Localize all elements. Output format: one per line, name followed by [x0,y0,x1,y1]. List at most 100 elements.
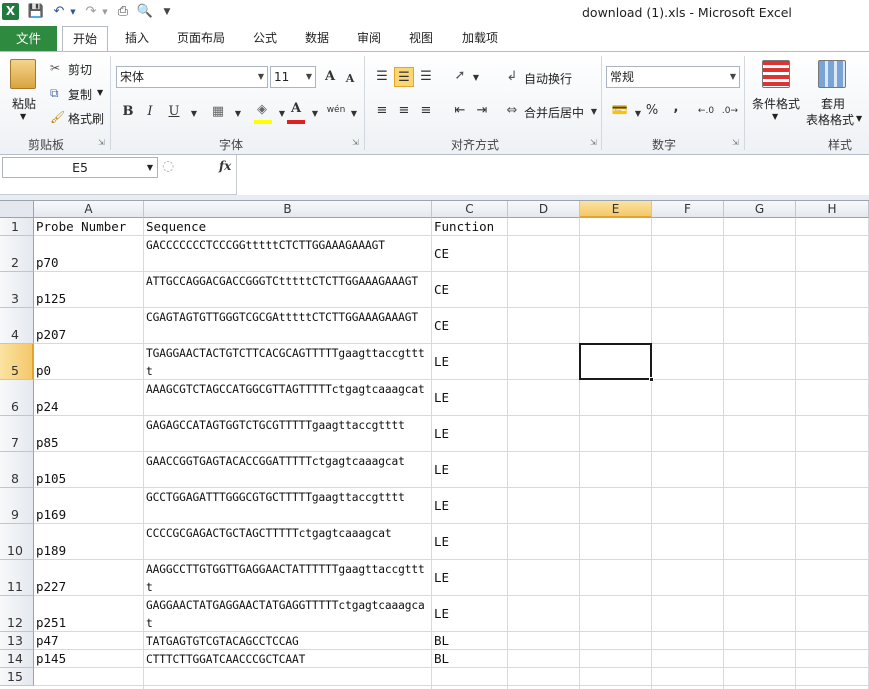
currency-icon[interactable]: 💳 [610,101,630,121]
cell-b9[interactable]: GCCTGGAGATTTGGGCGTGCTTTTTgaagttaccgtttt [146,489,431,523]
formula-bar-resize-handle[interactable]: ◌ [162,158,174,174]
align-left-icon[interactable]: ≡ [372,101,392,121]
tab-review[interactable]: 审阅 [348,26,390,51]
increase-decimal-icon[interactable]: ←.0 [696,101,716,121]
align-middle-icon[interactable]: ☰ [394,67,414,87]
row-header-15[interactable]: 15 [0,668,34,686]
table-format-dropdown-icon[interactable]: ▼ [856,114,862,123]
conditional-formatting-button[interactable]: 条件格式 [752,95,800,112]
cell-b3[interactable]: ATTGCCAGGACGACCGGGTCtttttCTCTTGGAAAGAAAG… [146,273,431,307]
cell-a13[interactable]: p47 [36,633,143,649]
cell-b8[interactable]: GAACCGGTGAGTACACCGGATTTTTctgagtcaaagcat [146,453,431,487]
align-bottom-icon[interactable]: ☰ [416,67,436,87]
tab-view[interactable]: 视图 [400,26,442,51]
undo-dropdown-icon[interactable]: ▼ [64,3,82,21]
font-launcher-icon[interactable]: ⇲ [352,138,359,147]
conditional-formatting-icon[interactable] [762,60,790,88]
tab-addins[interactable]: 加载项 [452,26,508,51]
tab-page-layout[interactable]: 页面布局 [168,26,234,51]
row-header-4[interactable]: 4 [0,308,34,344]
column-header-g[interactable]: G [724,201,796,218]
cell-a9[interactable]: p169 [36,507,143,523]
cell-c4[interactable]: CE [434,318,507,334]
number-format-select[interactable]: 常规 ▼ [606,66,740,88]
cell-b14[interactable]: CTTTCTTGGATCAACCCGCTCAAT [146,651,431,669]
column-header-c[interactable]: C [432,201,508,218]
bold-button[interactable]: B [118,102,138,122]
cell-c14[interactable]: BL [434,651,507,667]
cell-c1[interactable]: Function [434,219,507,235]
font-name-select[interactable]: 宋体 ▼ [116,66,268,88]
cell-b1[interactable]: Sequence [146,219,431,235]
cell-b2[interactable]: GACCCCCCCTCCCGGtttttCTCTTGGAAAGAAAGT [146,237,431,271]
orientation-dropdown-icon[interactable]: ▼ [466,68,486,88]
redo-dropdown-icon[interactable]: ▼ [96,3,114,21]
row-header-10[interactable]: 10 [0,524,34,560]
format-as-table-button[interactable]: 套用 [821,95,845,112]
row-header-14[interactable]: 14 [0,650,34,668]
customize-quick-access-icon[interactable]: ▼ [158,3,176,21]
paste-button[interactable]: 粘贴 [12,95,36,112]
row-header-5[interactable]: 5 [0,344,34,380]
fill-handle[interactable] [649,377,654,382]
cell-b12[interactable]: GAGGAACTATGAGGAACTATGAGGTTTTTctgagtcaaag… [146,597,431,631]
italic-button[interactable]: I [140,102,160,122]
format-painter-button[interactable]: 格式刷 [68,110,104,127]
cell-a2[interactable]: p70 [36,255,143,271]
cell-a6[interactable]: p24 [36,399,143,415]
tab-data[interactable]: 数据 [296,26,338,51]
tab-home[interactable]: 开始 [62,26,108,52]
cell-c13[interactable]: BL [434,633,507,649]
row-header-3[interactable]: 3 [0,272,34,308]
excel-app-icon[interactable]: X [2,3,19,20]
column-header-e[interactable]: E [580,201,652,218]
phonetic-guide-icon[interactable]: wén [326,100,346,120]
row-header-6[interactable]: 6 [0,380,34,416]
cell-c2[interactable]: CE [434,246,507,262]
cell-a4[interactable]: p207 [36,327,143,343]
font-color-dropdown-icon[interactable]: ▼ [305,104,325,124]
column-header-h[interactable]: H [796,201,869,218]
comma-style-button[interactable]: , [666,98,686,118]
cell-b6[interactable]: AAAGCGTCTAGCCATGGCGTTAGTTTTTctgagtcaaagc… [146,381,431,415]
cell-a7[interactable]: p85 [36,435,143,451]
cell-c8[interactable]: LE [434,462,507,478]
row-header-12[interactable]: 12 [0,596,34,632]
cell-b4[interactable]: CGAGTAGTGTTGGGTCGCGAtttttCTCTTGGAAAGAAAG… [146,309,431,343]
cell-a3[interactable]: p125 [36,291,143,307]
name-box[interactable]: E5 ▼ [2,157,158,178]
select-all-button[interactable] [0,201,34,218]
cell-b11[interactable]: AAGGCCTTGTGGTTGAGGAACTATTTTTTgaagttaccgt… [146,561,431,595]
cell-b7[interactable]: GAGAGCCATAGTGGTCTGCGTTTTTgaagttaccgtttt [146,417,431,451]
decrease-decimal-icon[interactable]: .0→ [720,101,740,121]
fill-color-icon[interactable]: ◈ [252,100,272,120]
cell-a12[interactable]: p251 [36,615,143,631]
cell-c6[interactable]: LE [434,390,507,406]
active-cell-selection[interactable] [579,343,654,382]
cell-a5[interactable]: p0 [36,363,143,379]
row-header-1[interactable]: 1 [0,218,34,236]
format-as-table-icon[interactable] [818,60,846,88]
tab-insert[interactable]: 插入 [115,26,159,51]
cell-a14[interactable]: p145 [36,651,143,667]
worksheet[interactable]: A B C D E F G H 1 Probe Number Sequence Function 2 p7… [0,201,869,689]
paste-icon[interactable] [10,59,36,89]
cell-b13[interactable]: TATGAGTGTCGTACAGCCTCCAG [146,633,431,651]
tab-formulas[interactable]: 公式 [244,26,286,51]
insert-function-icon[interactable]: fx [219,159,231,173]
cell-a11[interactable]: p227 [36,579,143,595]
font-size-select[interactable]: 11 ▼ [270,66,316,88]
print-preview-icon[interactable]: 🔍 [136,3,154,21]
save-icon[interactable]: 💾 [27,3,45,21]
print-icon[interactable]: ⎙ [114,3,132,21]
align-center-icon[interactable]: ≡ [394,101,414,121]
shrink-font-button[interactable]: A [340,69,360,89]
cell-c9[interactable]: LE [434,498,507,514]
grow-font-button[interactable]: A [320,67,340,87]
cell-a1[interactable]: Probe Number [36,219,143,235]
cell-c3[interactable]: CE [434,282,507,298]
format-as-table-label[interactable]: 表格格式 [806,111,854,128]
decrease-indent-icon[interactable]: ⇤ [450,101,470,121]
borders-dropdown-icon[interactable]: ▼ [228,104,248,124]
number-launcher-icon[interactable]: ⇲ [732,138,739,147]
